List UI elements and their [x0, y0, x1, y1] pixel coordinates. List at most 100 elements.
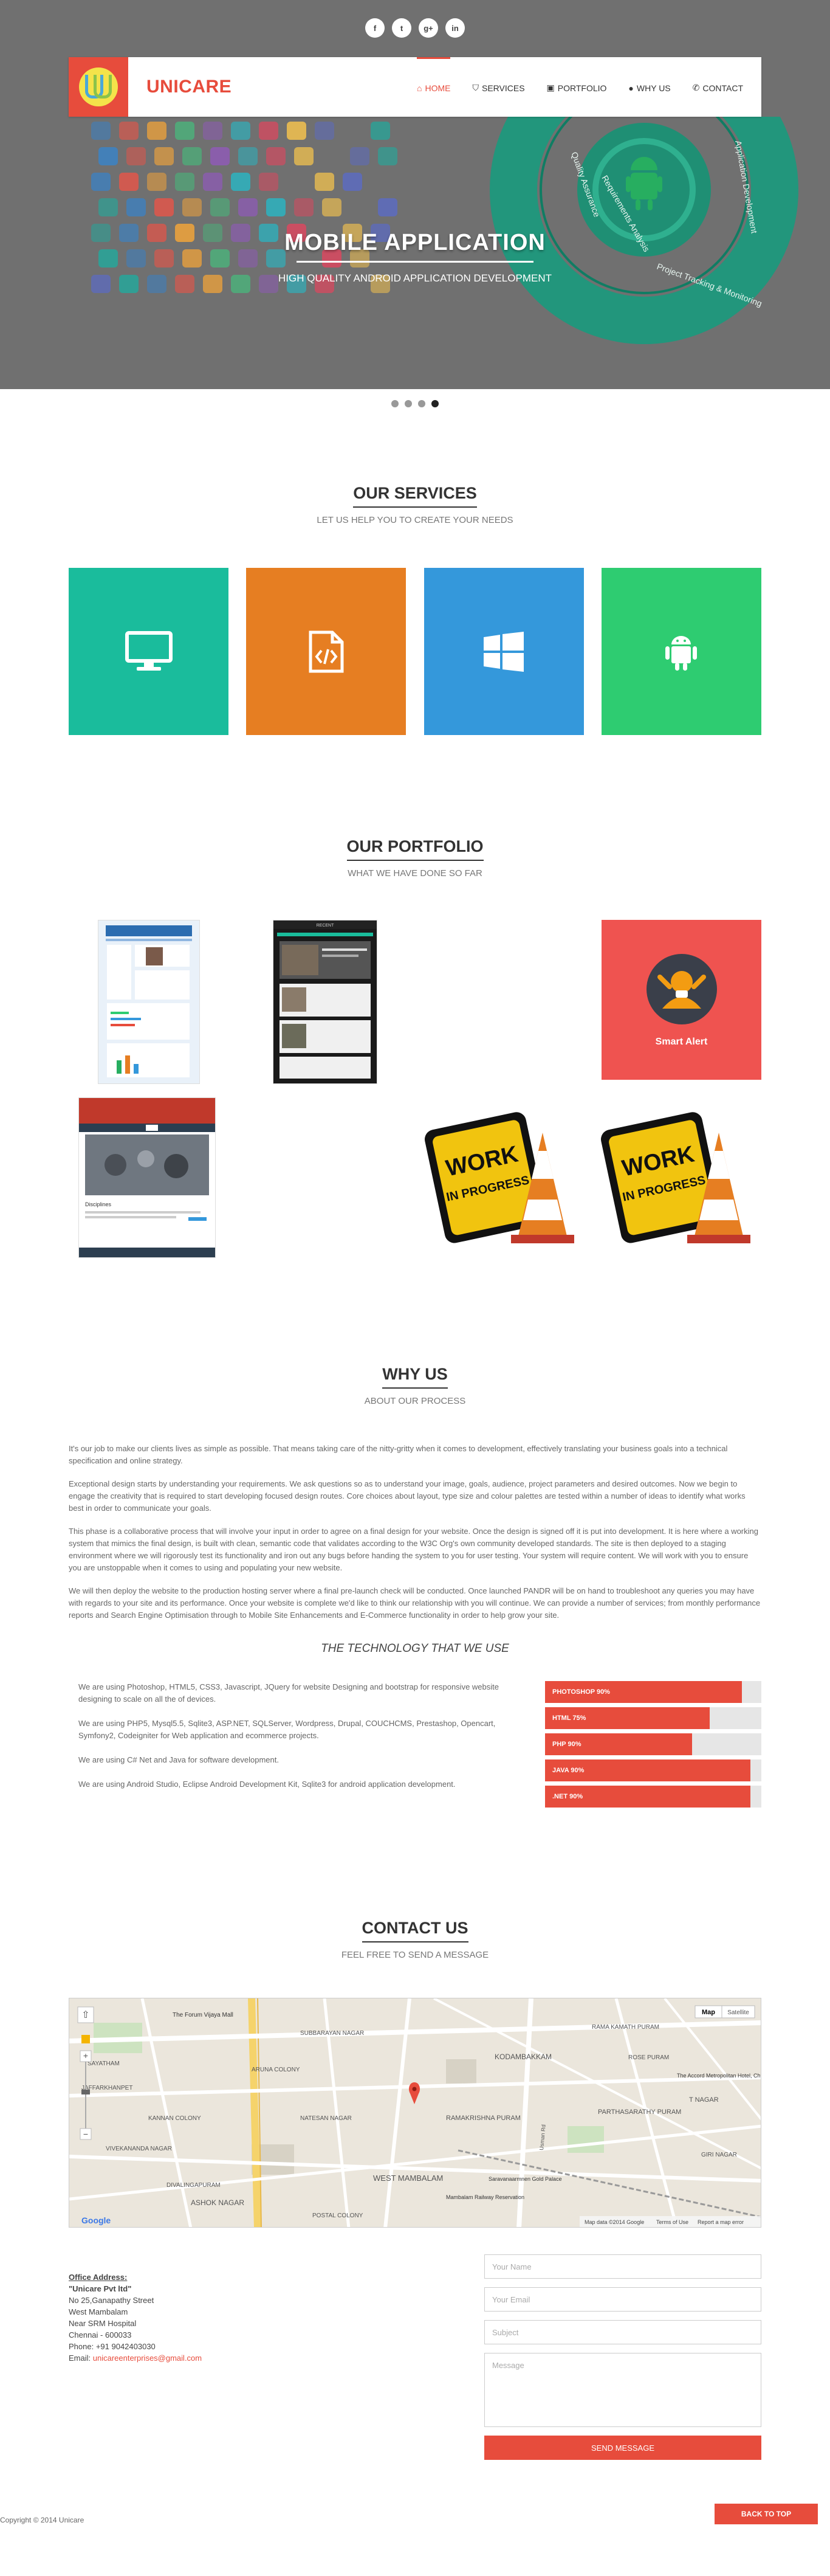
service-android-apps[interactable]	[601, 568, 761, 735]
nav-home-label: HOME	[425, 83, 451, 93]
map-label-parthasarathy: PARTHASARATHY PURAM	[598, 2108, 681, 2116]
contact-subtitle: FEEL FREE TO SEND A MESSAGE	[341, 1950, 489, 1960]
app-tile-icon	[154, 147, 174, 165]
logo[interactable]	[69, 57, 128, 117]
nav-portfolio[interactable]: ▣ PORTFOLIO	[547, 57, 607, 117]
skill-bar-html: HTML 75%	[545, 1707, 761, 1729]
skill-bar-php: PHP 90%	[545, 1733, 761, 1755]
website-screenshot-3: Disciplines	[79, 1098, 215, 1257]
slide-dot-4[interactable]	[431, 400, 439, 407]
google-plus-icon[interactable]: g+	[419, 18, 438, 38]
map-report-link[interactable]: Report a map error	[698, 2219, 744, 2225]
address-line-1: No 25,Ganapathy Street	[69, 2296, 154, 2305]
message-field[interactable]: Message	[484, 2353, 761, 2427]
nav-whyus[interactable]: ● WHY US	[628, 57, 670, 117]
portfolio-item-smart-alert[interactable]: Smart Alert	[602, 920, 761, 1080]
linkedin-icon[interactable]: in	[445, 18, 465, 38]
app-tile-icon	[119, 122, 139, 140]
hero-subtitle: HIGH QUALITY ANDROID APPLICATION DEVELOP…	[278, 272, 552, 284]
svg-text:+: +	[83, 2051, 88, 2060]
portfolio-item-3[interactable]: Disciplines	[78, 1097, 216, 1258]
portfolio-item-1[interactable]	[98, 920, 200, 1084]
service-web-development[interactable]	[246, 568, 406, 735]
portfolio-item-2[interactable]: RECENT	[273, 920, 377, 1084]
send-message-button[interactable]: SEND MESSAGE	[484, 2436, 761, 2460]
email-field[interactable]: Your Email	[484, 2287, 761, 2312]
svg-text:−: −	[83, 2129, 88, 2139]
app-tile-icon	[175, 173, 194, 191]
app-tile-icon	[91, 122, 111, 140]
address-email-link[interactable]: unicareenterprises@gmail.com	[93, 2353, 202, 2363]
app-tile-icon	[147, 173, 166, 191]
map-label-natesan: NATESAN NAGAR	[300, 2115, 352, 2122]
service-web-design[interactable]	[69, 568, 228, 735]
name-field[interactable]: Your Name	[484, 2254, 761, 2279]
app-tile-icon	[231, 122, 250, 140]
slide-dot-1[interactable]	[391, 400, 399, 407]
map-label-tnagar: T NAGAR	[689, 2096, 719, 2104]
back-to-top-button[interactable]: BACK TO TOP	[715, 2504, 818, 2524]
whyus-subtitle: ABOUT OUR PROCESS	[364, 1396, 466, 1406]
services-title: OUR SERVICES	[353, 484, 477, 508]
services-section: OUR SERVICES LET US HELP YOU TO CREATE Y…	[69, 418, 761, 735]
map-type-map[interactable]: Map	[702, 2009, 715, 2016]
contact-details: Office Address: "Unicare Pvt ltd" No 25,…	[69, 2254, 761, 2460]
app-tile-icon	[294, 147, 314, 165]
portfolio-item-wip-1[interactable]: WORK IN PROGRESS	[421, 1096, 585, 1260]
facebook-icon[interactable]: f	[365, 18, 385, 38]
technology-block: We are using Photoshop, HTML5, CSS3, Jav…	[69, 1681, 761, 1812]
map-type-satellite[interactable]: Satellite	[727, 2009, 749, 2016]
twitter-icon[interactable]: t	[392, 18, 411, 38]
app-tile-icon	[182, 198, 202, 216]
briefcase-icon: ▣	[546, 83, 555, 92]
whyus-body: It's our job to make our clients lives a…	[69, 1443, 761, 1621]
app-tile-icon	[322, 198, 341, 216]
whyus-paragraph-2: Exceptional design starts by understandi…	[69, 1479, 746, 1513]
address-phone: Phone: +91 9042403030	[69, 2342, 156, 2351]
app-tile-icon	[203, 122, 222, 140]
smart-alert-label: Smart Alert	[655, 1036, 708, 1047]
app-tile-icon	[210, 198, 230, 216]
portfolio-item-wip-2[interactable]: WORK IN PROGRESS	[597, 1096, 761, 1260]
slide-dot-3[interactable]	[418, 400, 425, 407]
smart-alert-icon	[646, 953, 717, 1024]
map-label-ashoknagar: ASHOK NAGAR	[191, 2198, 244, 2207]
slide-dot-2[interactable]	[405, 400, 412, 407]
app-tile-icon	[210, 147, 230, 165]
app-tile-icon	[378, 198, 397, 216]
map-label-rosepuram: ROSE PURAM	[628, 2054, 669, 2061]
app-tile-icon	[119, 173, 139, 191]
services-grid	[69, 568, 761, 735]
tech-text-2: We are using PHP5, Mysql5.5, Sqlite3, AS…	[78, 1719, 496, 1740]
skill-bar-dotnet: .NET 90%	[545, 1786, 761, 1808]
portfolio-grid: RECENT Smart Alert Disciplines WORK IN P…	[69, 920, 761, 1274]
nav-services[interactable]: ⛉ SERVICES	[472, 57, 524, 117]
app-tile-icon	[154, 198, 174, 216]
map-label-sayatham: SAYATHAM	[87, 2060, 120, 2067]
map-label-ramakamath: RAMA KAMATH PURAM	[592, 2024, 659, 2031]
windows-icon	[484, 631, 524, 672]
tech-text-1: We are using Photoshop, HTML5, CSS3, Jav…	[78, 1682, 499, 1704]
skill-bars: PHOTOSHOP 90% HTML 75% PHP 90% JAVA 90% …	[545, 1681, 761, 1812]
brand-name[interactable]: UNICARE	[146, 77, 232, 97]
address-line-3: Near SRM Hospital	[69, 2319, 137, 2328]
map-canvas[interactable]: The Forum Vijaya Mall SUBBARAYAN NAGAR R…	[69, 1998, 761, 2228]
google-map[interactable]: The Forum Vijaya Mall SUBBARAYAN NAGAR R…	[69, 1998, 761, 2228]
app-tile-icon	[371, 122, 390, 140]
nav-services-label: SERVICES	[481, 83, 525, 93]
address-line-2: West Mambalam	[69, 2307, 128, 2316]
map-label-kodambakkam: KODAMBAKKAM	[495, 2053, 552, 2061]
map-label-aruna: ARUNA COLONY	[252, 2067, 300, 2073]
app-tile-icon	[266, 198, 286, 216]
copyright: Copyright © 2014 Unicare	[0, 2516, 84, 2524]
subject-field[interactable]: Subject	[484, 2320, 761, 2344]
nav-contact[interactable]: ✆ CONTACT	[693, 57, 743, 117]
main-navbar: UNICARE ⌂ HOME ⛉ SERVICES ▣ PORTFOLIO ● WHY …	[69, 57, 761, 117]
contact-title: CONTACT US	[362, 1919, 468, 1942]
nav-home[interactable]: ⌂ HOME	[417, 57, 451, 117]
social-links: f t g+ in	[0, 18, 830, 38]
map-terms-link[interactable]: Terms of Use	[656, 2219, 688, 2225]
skill-fill-php: PHP 90%	[545, 1733, 693, 1755]
service-windows-software[interactable]	[424, 568, 584, 735]
nav-menu: ⌂ HOME ⛉ SERVICES ▣ PORTFOLIO ● WHY US ✆ CONT…	[417, 57, 743, 117]
